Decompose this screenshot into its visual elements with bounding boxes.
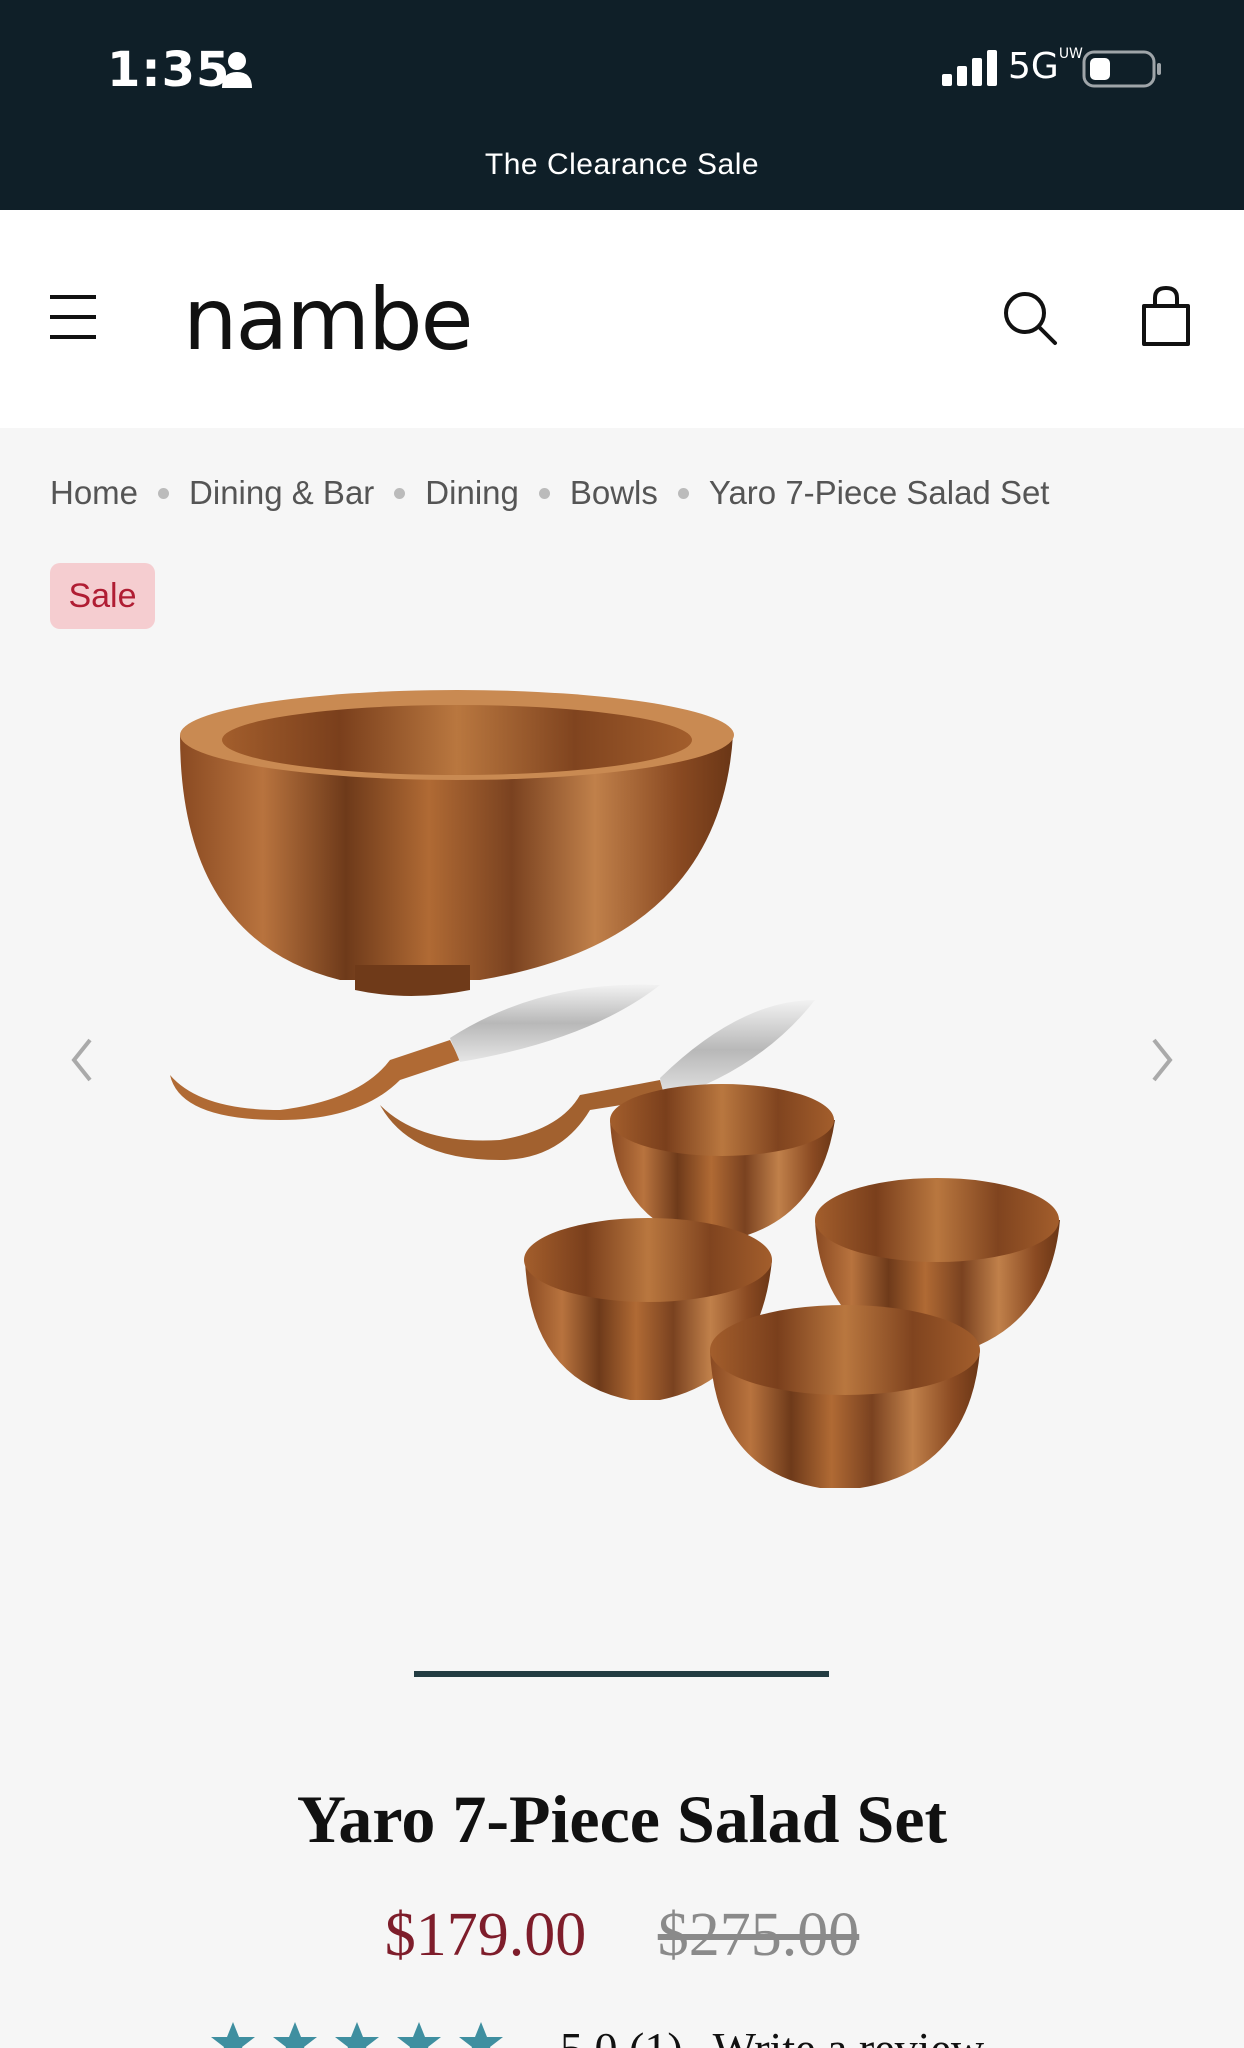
rating-row: 5.0 (1) Write a review [210,2020,984,2048]
star-icon [211,2022,255,2048]
status-bar: 1:35 5GUW [0,0,1244,130]
star-icon [273,2022,317,2048]
breadcrumb-bowls[interactable]: Bowls [570,474,658,512]
breadcrumb-separator [394,487,406,499]
breadcrumb-current: Yaro 7-Piece Salad Set [708,474,1050,511]
star-icon [459,2022,503,2048]
breadcrumb-dining-bar[interactable]: Dining & Bar [189,474,374,512]
top-dark-band: 1:35 5GUW The Clearance Sale [0,0,1244,210]
breadcrumb-separator [538,487,550,499]
site-header: nambe [0,210,1244,428]
nambe-logo[interactable]: nambe [183,270,473,370]
breadcrumb-separator [158,487,170,499]
rating-text: 5.0 (1) Write a review [560,2022,984,2048]
shopping-bag-icon[interactable] [1140,284,1192,348]
original-price: $275.00 [657,1901,860,1969]
status-time: 1:35 [107,42,231,98]
star-icon [397,2022,441,2048]
network-label: 5G [1008,46,1059,87]
battery-icon [1082,50,1161,88]
search-icon[interactable] [1000,288,1060,348]
price-row: $179.00 $275.00 [0,1900,1244,1971]
star-icon [335,2022,379,2048]
menu-line [50,335,96,339]
gallery-progress-bar [414,1671,829,1677]
network-indicator: 5GUW [1008,46,1083,87]
rating-score: 5.0 (1) [560,2023,683,2048]
breadcrumb-dining[interactable]: Dining [425,474,519,512]
menu-line [50,295,96,299]
signal-icon [942,50,997,86]
person-icon [222,52,252,88]
product-image [170,690,1060,1488]
menu-button[interactable] [50,295,98,343]
breadcrumb-separator [677,487,689,499]
sale-badge: Sale [50,563,155,629]
network-sup: UW [1058,46,1083,62]
breadcrumb: Home Dining & Bar Dining Bowls Yaro 7-Pi… [50,474,1049,512]
sale-price: $179.00 [384,1901,587,1969]
product-title: Yaro 7-Piece Salad Set [296,1781,948,1857]
menu-line [50,315,96,319]
promo-banner[interactable]: The Clearance Sale [0,148,1244,182]
product-gallery[interactable] [0,640,1244,1540]
chevron-right-icon[interactable] [1142,1030,1182,1090]
write-review-link[interactable]: Write a review [713,2023,984,2048]
breadcrumb-home[interactable]: Home [50,474,138,512]
chevron-left-icon[interactable] [62,1030,102,1090]
